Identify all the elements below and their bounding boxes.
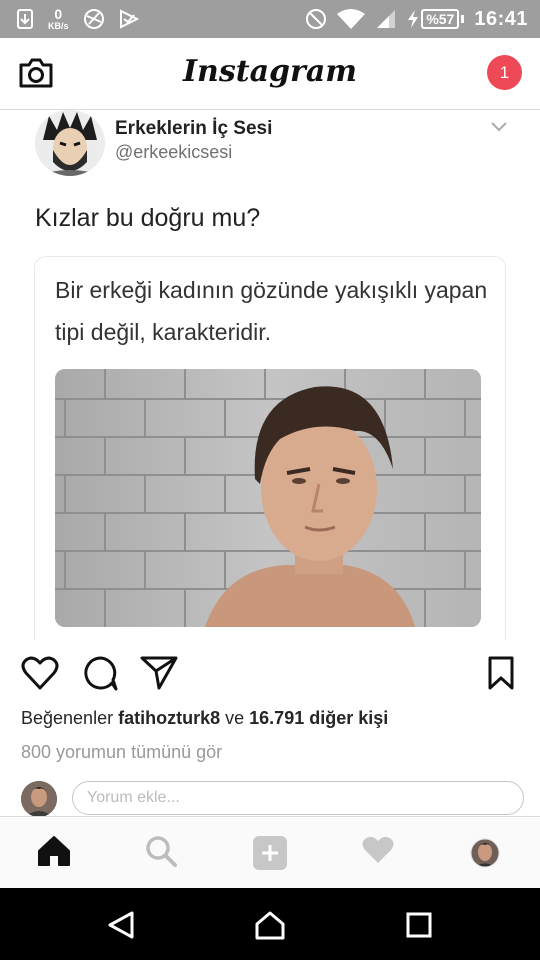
tweet-author-avatar	[35, 110, 105, 176]
add-comment-row	[0, 780, 540, 818]
network-speed-unit: KB/s	[48, 20, 69, 31]
chevron-down-icon	[490, 120, 508, 138]
app-notification-icon	[83, 8, 105, 30]
comment-input[interactable]	[72, 781, 524, 815]
quoted-card: Bir erkeği kadının gözünde yakışıklı yap…	[34, 256, 506, 640]
download-icon	[16, 8, 34, 30]
bookmark-icon[interactable]	[487, 655, 515, 696]
likes-label: Beğenenler	[21, 708, 114, 728]
battery-indicator: %57	[407, 9, 465, 29]
post-actions	[0, 655, 540, 697]
recents-icon[interactable]	[406, 912, 432, 943]
network-speed-value: 0	[54, 5, 63, 22]
notification-badge[interactable]: 1	[487, 55, 522, 90]
quoted-card-photo	[55, 369, 481, 627]
wifi-icon	[337, 8, 366, 30]
instagram-logo: Instagram	[183, 54, 357, 89]
tweet-author-handle: @erkeekicsesi	[115, 142, 233, 162]
tweet-author-name: Erkeklerin İç Sesi	[115, 118, 273, 139]
post-image[interactable]: Erkeklerin İç Sesi @erkeekicsesi Kızlar …	[0, 110, 540, 640]
likes-joiner: ve	[225, 708, 245, 728]
home-icon[interactable]	[37, 835, 71, 872]
heart-icon[interactable]	[21, 655, 59, 696]
network-speed: 0 KB/s	[48, 5, 69, 31]
home-nav-icon[interactable]	[254, 910, 286, 945]
likes-others-link[interactable]: 16.791 diğer kişi	[249, 708, 388, 728]
system-nav-bar	[0, 888, 540, 960]
tweet-text: Kızlar bu doğru mu?	[35, 204, 261, 232]
activity-heart-icon[interactable]	[361, 835, 395, 870]
add-icon[interactable]	[252, 835, 288, 876]
clock: 16:41	[474, 7, 528, 30]
search-icon[interactable]	[145, 835, 177, 872]
profile-avatar[interactable]	[470, 838, 500, 873]
play-store-icon	[119, 9, 139, 29]
status-bar: 0 KB/s %57 16:41	[0, 0, 540, 38]
comment-icon[interactable]	[82, 655, 118, 696]
battery-level: %57	[421, 9, 460, 29]
bottom-tab-bar	[0, 816, 540, 888]
view-all-comments-link[interactable]: 800 yorumun tümünü gör	[21, 742, 222, 763]
signal-icon	[375, 8, 397, 30]
app-header: Instagram 1	[0, 38, 540, 110]
likes-user-link[interactable]: fatihozturk8	[118, 708, 220, 728]
share-icon[interactable]	[140, 655, 178, 696]
quoted-card-text: Bir erkeği kadının gözünde yakışıklı yap…	[55, 277, 488, 345]
user-avatar	[21, 781, 57, 817]
back-icon[interactable]	[107, 910, 135, 945]
likes-summary: Beğenenler fatihozturk8 ve 16.791 diğer …	[21, 708, 388, 729]
charging-icon	[408, 10, 419, 28]
do-not-disturb-icon	[305, 8, 327, 30]
